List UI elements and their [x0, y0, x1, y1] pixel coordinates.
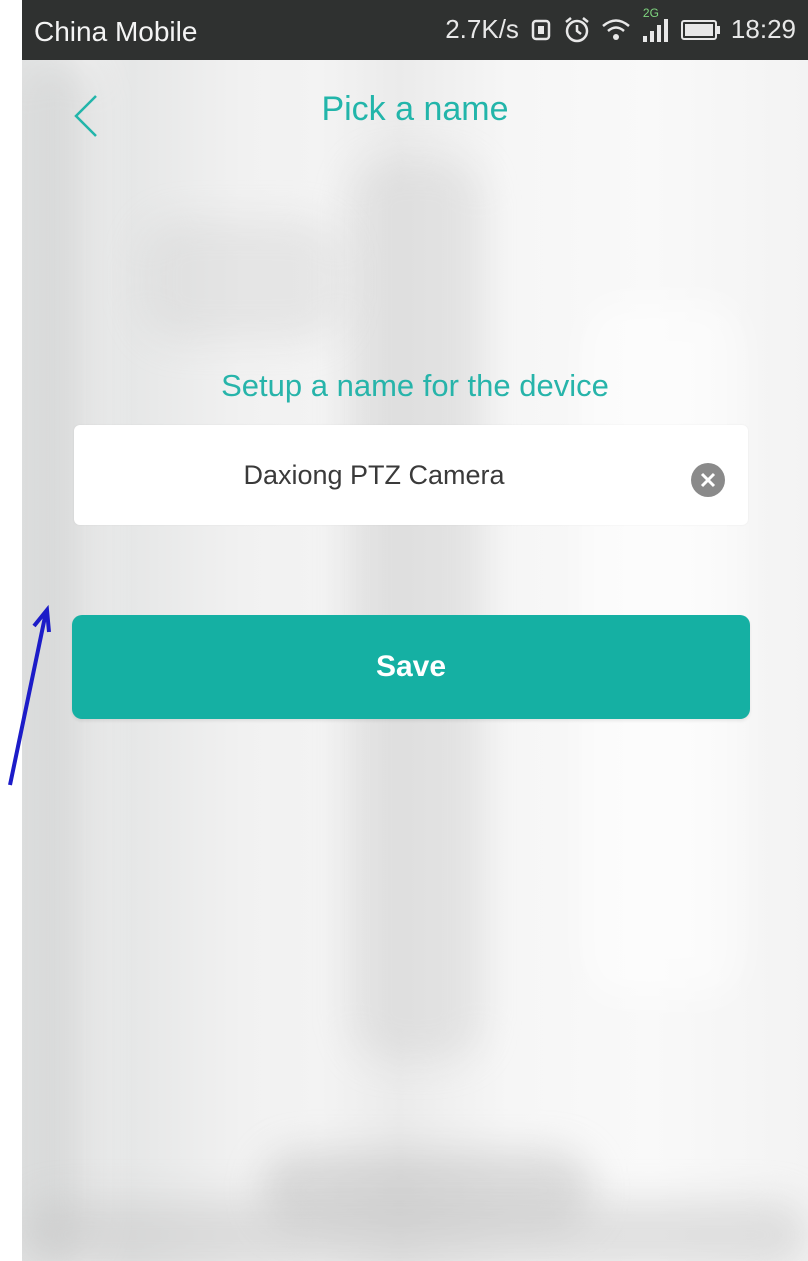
sync-icon: [529, 17, 553, 43]
nav-bar: Pick a name: [22, 60, 808, 170]
network-type: 2G: [642, 5, 659, 20]
background-blur: [352, 160, 482, 1060]
battery-icon: [680, 19, 721, 41]
status-bar: China Mobile 2.7K/s 2G 18:29: [22, 0, 808, 60]
save-button[interactable]: Save: [72, 615, 750, 719]
device-name-field[interactable]: [74, 425, 748, 525]
annotation-arrow-icon: [8, 604, 51, 786]
phone-screen: China Mobile 2.7K/s 2G 18:29 Pick a name…: [22, 0, 808, 1261]
page-title: Pick a name: [321, 90, 509, 128]
background-blur: [22, 1200, 808, 1261]
alarm-icon: [563, 16, 591, 44]
wifi-icon: [601, 17, 631, 43]
carrier-name: China Mobile: [34, 16, 198, 47]
network-speed: 2.7K/s: [445, 14, 519, 44]
background-blur: [142, 220, 342, 340]
status-icons: 2.7K/s 2G 18:29: [445, 6, 796, 45]
device-name-input[interactable]: [74, 425, 674, 525]
name-prompt: Setup a name for the device: [221, 368, 609, 403]
clear-button[interactable]: [690, 462, 726, 498]
signal-icon: 2G: [641, 6, 671, 44]
clear-icon: [691, 463, 725, 497]
clock-time: 18:29: [730, 14, 796, 44]
